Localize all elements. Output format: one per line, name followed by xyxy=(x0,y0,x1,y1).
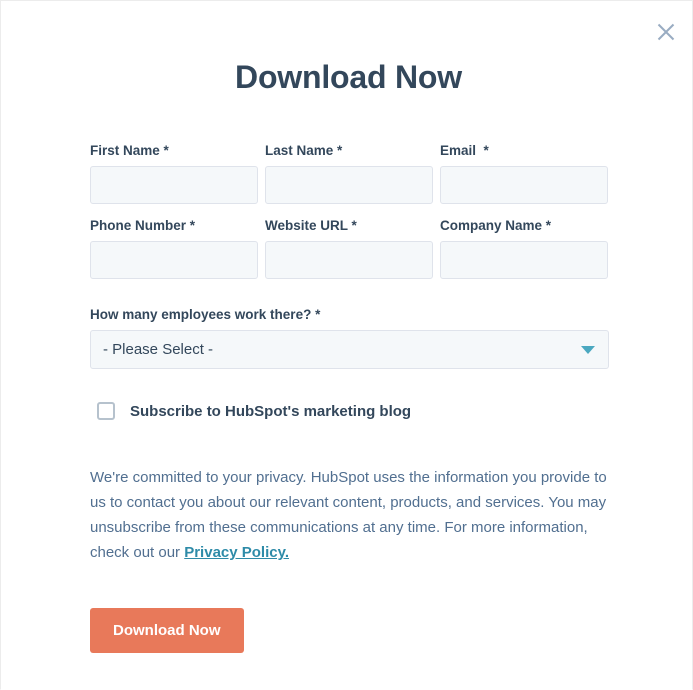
field-employee-count: How many employees work there? * - Pleas… xyxy=(90,306,609,369)
form-row-1: First Name * Last Name * Email * xyxy=(90,142,613,204)
label-first-name: First Name * xyxy=(90,142,258,160)
close-icon[interactable] xyxy=(652,18,680,46)
employee-count-select-wrapper: - Please Select - xyxy=(90,330,609,369)
download-now-button[interactable]: Download Now xyxy=(90,608,244,653)
employee-count-selected-value: - Please Select - xyxy=(103,341,213,358)
field-email: Email * xyxy=(440,142,608,204)
required-asterisk: * xyxy=(164,143,169,158)
field-phone-number: Phone Number * xyxy=(90,217,258,279)
website-url-input[interactable] xyxy=(265,241,433,279)
privacy-policy-link[interactable]: Privacy Policy. xyxy=(184,544,289,561)
required-asterisk: * xyxy=(315,307,320,322)
required-asterisk: * xyxy=(546,218,551,233)
download-form: First Name * Last Name * Email * Phone N… xyxy=(5,142,613,653)
required-asterisk: * xyxy=(190,218,195,233)
page-title: Download Now xyxy=(5,5,692,97)
required-asterisk: * xyxy=(337,143,342,158)
label-last-name: Last Name * xyxy=(265,142,433,160)
required-asterisk: * xyxy=(484,143,489,158)
phone-number-input[interactable] xyxy=(90,241,258,279)
last-name-input[interactable] xyxy=(265,166,433,204)
label-email-text: Email xyxy=(440,143,484,158)
field-company-name: Company Name * xyxy=(440,217,608,279)
field-last-name: Last Name * xyxy=(265,142,433,204)
first-name-input[interactable] xyxy=(90,166,258,204)
employee-count-select[interactable]: - Please Select - xyxy=(90,330,609,369)
company-name-input[interactable] xyxy=(440,241,608,279)
label-first-name-text: First Name xyxy=(90,143,164,158)
subscribe-checkbox-label[interactable]: Subscribe to HubSpot's marketing blog xyxy=(130,403,411,420)
label-website-url: Website URL * xyxy=(265,217,433,235)
required-asterisk: * xyxy=(352,218,357,233)
privacy-notice: We're committed to your privacy. HubSpot… xyxy=(90,465,610,565)
label-email: Email * xyxy=(440,142,608,160)
privacy-notice-text: We're committed to your privacy. HubSpot… xyxy=(90,469,607,561)
email-input[interactable] xyxy=(440,166,608,204)
label-company-name: Company Name * xyxy=(440,217,608,235)
label-website-url-text: Website URL xyxy=(265,218,352,233)
label-phone-number-text: Phone Number xyxy=(90,218,190,233)
field-website-url: Website URL * xyxy=(265,217,433,279)
subscribe-checkbox[interactable] xyxy=(97,402,115,420)
label-employee-count-text: How many employees work there? xyxy=(90,307,315,322)
label-employee-count: How many employees work there? * xyxy=(90,306,609,324)
label-phone-number: Phone Number * xyxy=(90,217,258,235)
label-company-name-text: Company Name xyxy=(440,218,546,233)
form-row-2: Phone Number * Website URL * Company Nam… xyxy=(90,217,613,279)
download-modal: Download Now First Name * Last Name * Em… xyxy=(0,0,693,690)
label-last-name-text: Last Name xyxy=(265,143,337,158)
field-first-name: First Name * xyxy=(90,142,258,204)
subscribe-checkbox-row[interactable]: Subscribe to HubSpot's marketing blog xyxy=(97,402,613,420)
